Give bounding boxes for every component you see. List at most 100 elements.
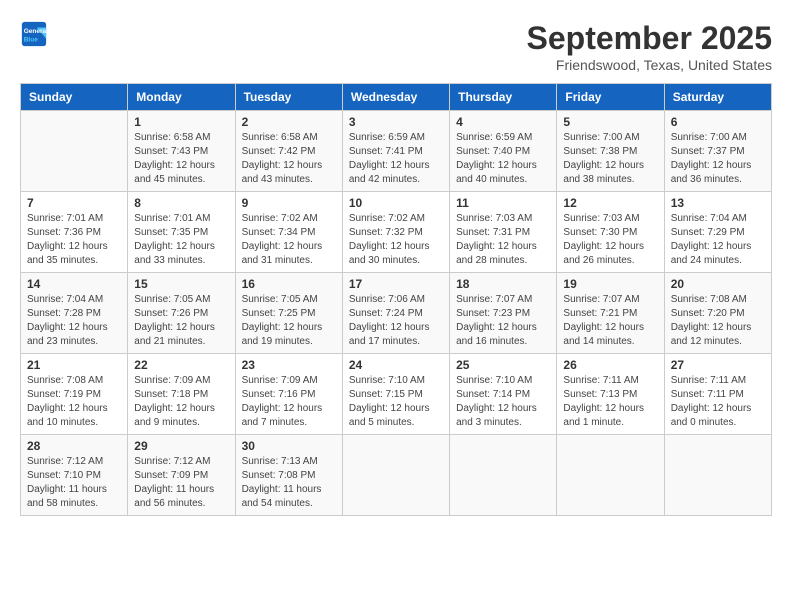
day-number: 27 bbox=[671, 358, 765, 372]
day-info: Sunrise: 7:01 AM Sunset: 7:35 PM Dayligh… bbox=[134, 212, 228, 268]
day-info: Sunrise: 6:58 AM Sunset: 7:43 PM Dayligh… bbox=[134, 131, 228, 187]
day-number: 29 bbox=[134, 439, 228, 453]
day-info: Sunrise: 7:07 AM Sunset: 7:21 PM Dayligh… bbox=[563, 293, 657, 349]
day-number: 15 bbox=[134, 277, 228, 291]
day-number: 16 bbox=[242, 277, 336, 291]
calendar-day-cell: 13Sunrise: 7:04 AM Sunset: 7:29 PM Dayli… bbox=[664, 192, 771, 273]
calendar-table: SundayMondayTuesdayWednesdayThursdayFrid… bbox=[20, 83, 772, 516]
day-info: Sunrise: 7:01 AM Sunset: 7:36 PM Dayligh… bbox=[27, 212, 121, 268]
day-info: Sunrise: 7:04 AM Sunset: 7:29 PM Dayligh… bbox=[671, 212, 765, 268]
day-number: 24 bbox=[349, 358, 443, 372]
calendar-day-cell: 10 Sunrise: 7:02 AM Sunset: 7:32 PM Dayli… bbox=[342, 192, 449, 273]
calendar-day-cell: 12Sunrise: 7:03 AM Sunset: 7:30 PM Dayli… bbox=[557, 192, 664, 273]
day-number: 11 bbox=[456, 196, 550, 210]
day-info: Sunrise: 7:00 AM Sunset: 7:37 PM Dayligh… bbox=[671, 131, 765, 187]
weekday-header-cell: Saturday bbox=[664, 84, 771, 111]
calendar-day-cell: 29 Sunrise: 7:12 AM Sunset: 7:09 PM Dayli… bbox=[128, 435, 235, 516]
calendar-day-cell: 15 Sunrise: 7:05 AM Sunset: 7:26 PM Dayli… bbox=[128, 273, 235, 354]
day-number: 5 bbox=[563, 115, 657, 129]
day-info: Sunrise: 7:06 AM Sunset: 7:24 PM Dayligh… bbox=[349, 293, 443, 349]
calendar-day-cell bbox=[450, 435, 557, 516]
calendar-day-cell: 25 Sunrise: 7:10 AM Sunset: 7:14 PM Dayli… bbox=[450, 354, 557, 435]
calendar-day-cell: 18Sunrise: 7:07 AM Sunset: 7:23 PM Dayli… bbox=[450, 273, 557, 354]
weekday-header-cell: Wednesday bbox=[342, 84, 449, 111]
calendar-day-cell bbox=[21, 111, 128, 192]
calendar-day-cell: 6 Sunrise: 7:00 AM Sunset: 7:37 PM Daylig… bbox=[664, 111, 771, 192]
day-number: 30 bbox=[242, 439, 336, 453]
day-number: 4 bbox=[456, 115, 550, 129]
day-info: Sunrise: 7:13 AM Sunset: 7:08 PM Dayligh… bbox=[242, 455, 336, 511]
calendar-day-cell: 17 Sunrise: 7:06 AM Sunset: 7:24 PM Dayli… bbox=[342, 273, 449, 354]
svg-text:Blue: Blue bbox=[24, 36, 38, 43]
page-header: General Blue September 2025 Friendswood,… bbox=[20, 20, 772, 73]
calendar-day-cell: 1Sunrise: 6:58 AM Sunset: 7:43 PM Daylig… bbox=[128, 111, 235, 192]
calendar-day-cell: 3Sunrise: 6:59 AM Sunset: 7:41 PM Daylig… bbox=[342, 111, 449, 192]
day-number: 22 bbox=[134, 358, 228, 372]
day-info: Sunrise: 7:08 AM Sunset: 7:20 PM Dayligh… bbox=[671, 293, 765, 349]
day-info: Sunrise: 7:03 AM Sunset: 7:31 PM Dayligh… bbox=[456, 212, 550, 268]
day-number: 6 bbox=[671, 115, 765, 129]
day-info: Sunrise: 7:11 AM Sunset: 7:13 PM Dayligh… bbox=[563, 374, 657, 430]
day-info: Sunrise: 7:09 AM Sunset: 7:18 PM Dayligh… bbox=[134, 374, 228, 430]
calendar-week-row: 14 Sunrise: 7:04 AM Sunset: 7:28 PM Dayli… bbox=[21, 273, 772, 354]
calendar-day-cell: 19 Sunrise: 7:07 AM Sunset: 7:21 PM Dayli… bbox=[557, 273, 664, 354]
day-info: Sunrise: 7:02 AM Sunset: 7:34 PM Dayligh… bbox=[242, 212, 336, 268]
day-info: Sunrise: 7:08 AM Sunset: 7:19 PM Dayligh… bbox=[27, 374, 121, 430]
calendar-week-row: 7 Sunrise: 7:01 AM Sunset: 7:36 PM Daylig… bbox=[21, 192, 772, 273]
day-info: Sunrise: 6:58 AM Sunset: 7:42 PM Dayligh… bbox=[242, 131, 336, 187]
calendar-body: 1Sunrise: 6:58 AM Sunset: 7:43 PM Daylig… bbox=[21, 111, 772, 516]
day-info: Sunrise: 7:12 AM Sunset: 7:10 PM Dayligh… bbox=[27, 455, 121, 511]
day-info: Sunrise: 7:03 AM Sunset: 7:30 PM Dayligh… bbox=[563, 212, 657, 268]
calendar-day-cell: 27 Sunrise: 7:11 AM Sunset: 7:11 PM Dayli… bbox=[664, 354, 771, 435]
day-info: Sunrise: 7:05 AM Sunset: 7:25 PM Dayligh… bbox=[242, 293, 336, 349]
day-info: Sunrise: 7:02 AM Sunset: 7:32 PM Dayligh… bbox=[349, 212, 443, 268]
day-info: Sunrise: 7:09 AM Sunset: 7:16 PM Dayligh… bbox=[242, 374, 336, 430]
day-info: Sunrise: 7:11 AM Sunset: 7:11 PM Dayligh… bbox=[671, 374, 765, 430]
day-number: 9 bbox=[242, 196, 336, 210]
calendar-day-cell: 20 Sunrise: 7:08 AM Sunset: 7:20 PM Dayli… bbox=[664, 273, 771, 354]
calendar-day-cell: 5 Sunrise: 7:00 AM Sunset: 7:38 PM Daylig… bbox=[557, 111, 664, 192]
weekday-header-cell: Friday bbox=[557, 84, 664, 111]
calendar-day-cell: 23 Sunrise: 7:09 AM Sunset: 7:16 PM Dayli… bbox=[235, 354, 342, 435]
calendar-day-cell: 30 Sunrise: 7:13 AM Sunset: 7:08 PM Dayli… bbox=[235, 435, 342, 516]
logo: General Blue bbox=[20, 20, 48, 48]
day-number: 10 bbox=[349, 196, 443, 210]
day-info: Sunrise: 7:07 AM Sunset: 7:23 PM Dayligh… bbox=[456, 293, 550, 349]
day-number: 21 bbox=[27, 358, 121, 372]
calendar-day-cell: 26 Sunrise: 7:11 AM Sunset: 7:13 PM Dayli… bbox=[557, 354, 664, 435]
day-info: Sunrise: 7:10 AM Sunset: 7:14 PM Dayligh… bbox=[456, 374, 550, 430]
day-number: 28 bbox=[27, 439, 121, 453]
calendar-day-cell: 14 Sunrise: 7:04 AM Sunset: 7:28 PM Dayli… bbox=[21, 273, 128, 354]
calendar-day-cell: 22 Sunrise: 7:09 AM Sunset: 7:18 PM Dayli… bbox=[128, 354, 235, 435]
day-info: Sunrise: 7:04 AM Sunset: 7:28 PM Dayligh… bbox=[27, 293, 121, 349]
day-number: 23 bbox=[242, 358, 336, 372]
calendar-week-row: 1Sunrise: 6:58 AM Sunset: 7:43 PM Daylig… bbox=[21, 111, 772, 192]
calendar-day-cell: 9 Sunrise: 7:02 AM Sunset: 7:34 PM Daylig… bbox=[235, 192, 342, 273]
calendar-week-row: 28 Sunrise: 7:12 AM Sunset: 7:10 PM Dayli… bbox=[21, 435, 772, 516]
calendar-day-cell: 2Sunrise: 6:58 AM Sunset: 7:42 PM Daylig… bbox=[235, 111, 342, 192]
calendar-day-cell bbox=[342, 435, 449, 516]
day-info: Sunrise: 7:12 AM Sunset: 7:09 PM Dayligh… bbox=[134, 455, 228, 511]
month-title: September 2025 bbox=[527, 20, 772, 57]
day-number: 17 bbox=[349, 277, 443, 291]
day-info: Sunrise: 7:00 AM Sunset: 7:38 PM Dayligh… bbox=[563, 131, 657, 187]
day-number: 19 bbox=[563, 277, 657, 291]
day-number: 7 bbox=[27, 196, 121, 210]
day-info: Sunrise: 7:05 AM Sunset: 7:26 PM Dayligh… bbox=[134, 293, 228, 349]
day-number: 8 bbox=[134, 196, 228, 210]
day-number: 20 bbox=[671, 277, 765, 291]
day-number: 26 bbox=[563, 358, 657, 372]
calendar-day-cell: 16 Sunrise: 7:05 AM Sunset: 7:25 PM Dayli… bbox=[235, 273, 342, 354]
day-number: 14 bbox=[27, 277, 121, 291]
calendar-day-cell: 21 Sunrise: 7:08 AM Sunset: 7:19 PM Dayli… bbox=[21, 354, 128, 435]
day-number: 25 bbox=[456, 358, 550, 372]
day-info: Sunrise: 7:10 AM Sunset: 7:15 PM Dayligh… bbox=[349, 374, 443, 430]
weekday-header-cell: Tuesday bbox=[235, 84, 342, 111]
calendar-day-cell: 28 Sunrise: 7:12 AM Sunset: 7:10 PM Dayli… bbox=[21, 435, 128, 516]
calendar-day-cell: 24 Sunrise: 7:10 AM Sunset: 7:15 PM Dayli… bbox=[342, 354, 449, 435]
weekday-header-cell: Thursday bbox=[450, 84, 557, 111]
weekday-header-row: SundayMondayTuesdayWednesdayThursdayFrid… bbox=[21, 84, 772, 111]
calendar-day-cell: 4Sunrise: 6:59 AM Sunset: 7:40 PM Daylig… bbox=[450, 111, 557, 192]
day-info: Sunrise: 6:59 AM Sunset: 7:41 PM Dayligh… bbox=[349, 131, 443, 187]
weekday-header-cell: Monday bbox=[128, 84, 235, 111]
